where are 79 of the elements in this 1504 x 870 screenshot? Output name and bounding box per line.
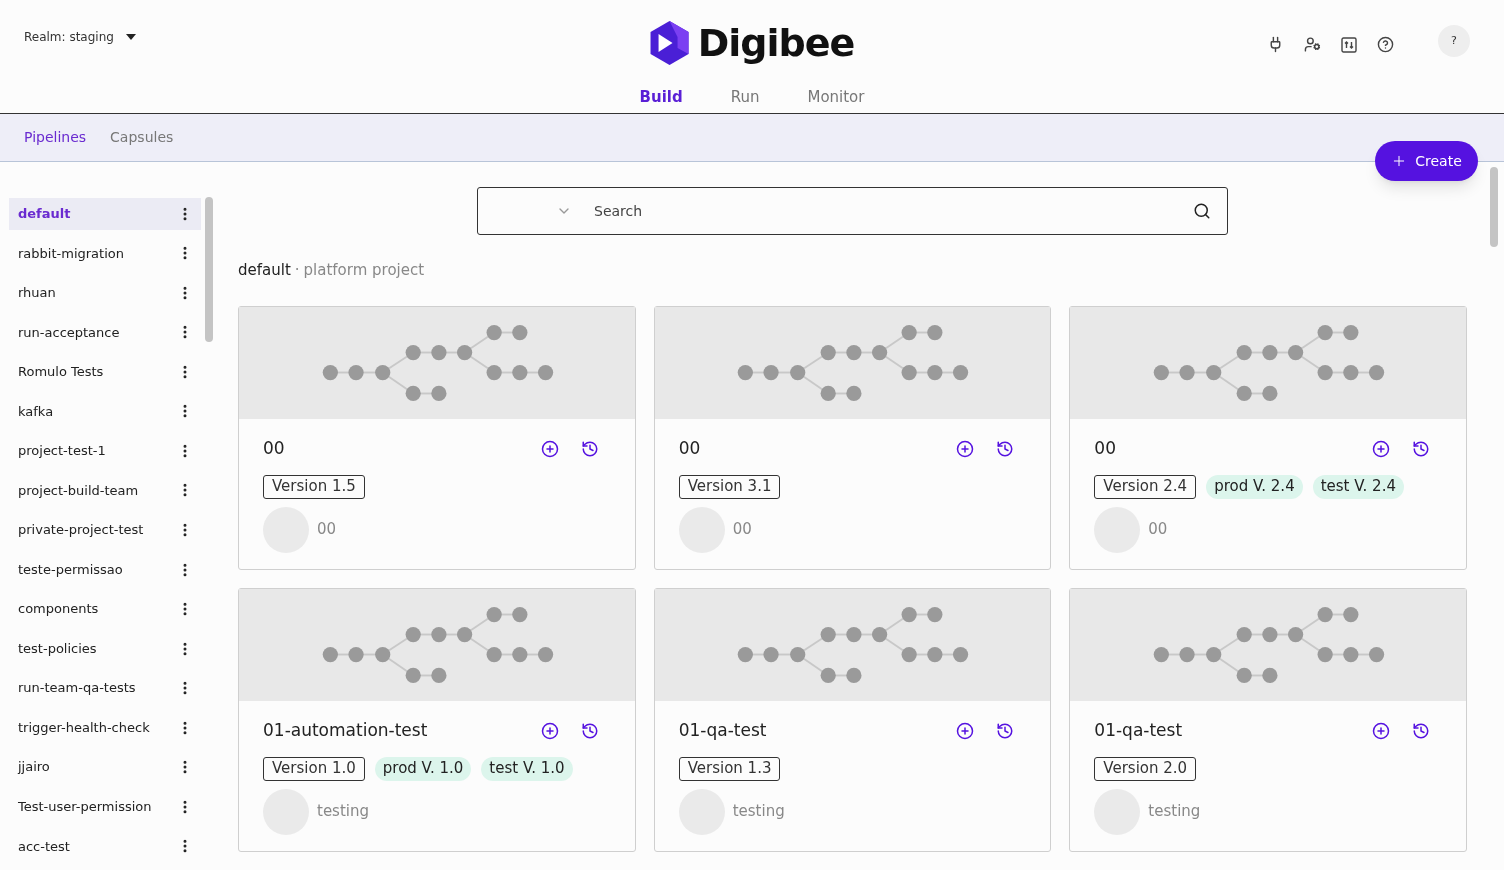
- nav-tab[interactable]: Monitor: [807, 86, 865, 109]
- owner-name: testing: [1148, 801, 1201, 823]
- sidebar-scrollbar[interactable]: [205, 197, 213, 342]
- deployment-tag: prod V. 1.0: [374, 756, 472, 781]
- project-item[interactable]: kafka: [9, 395, 201, 428]
- project-description: platform project: [303, 260, 425, 281]
- history-icon[interactable]: [580, 439, 599, 458]
- pipeline-title: 00: [1094, 436, 1117, 460]
- add-circle-icon[interactable]: [540, 439, 559, 458]
- project-item[interactable]: teste-permissao: [9, 553, 201, 586]
- version-tag: Version 2.0: [1094, 756, 1197, 781]
- create-button[interactable]: Create: [1375, 141, 1478, 181]
- owner-name: 00: [317, 519, 337, 541]
- project-item[interactable]: acc-test: [9, 830, 201, 863]
- add-circle-icon[interactable]: [956, 721, 975, 740]
- version-tag: Version 2.4: [1094, 474, 1197, 499]
- subnav-tab[interactable]: Pipelines: [24, 127, 87, 148]
- owner-name: 00: [1148, 519, 1168, 541]
- pipeline-card[interactable]: 00 Version 3.1 00: [653, 305, 1052, 570]
- add-circle-icon[interactable]: [956, 439, 975, 458]
- owner-name: testing: [317, 801, 369, 823]
- project-item[interactable]: private-project-test: [9, 514, 201, 546]
- logo-text: Digibee: [697, 24, 855, 62]
- pipeline-title: 01-qa-test: [1094, 718, 1184, 742]
- project-item[interactable]: Test-user-permission: [9, 790, 201, 823]
- history-icon[interactable]: [996, 721, 1015, 740]
- history-icon[interactable]: [580, 721, 599, 740]
- project-item[interactable]: Romulo Tests: [9, 356, 201, 388]
- version-tag: Version 3.1: [678, 474, 781, 499]
- add-circle-icon[interactable]: [1372, 439, 1390, 458]
- pipeline-title: 01-qa-test: [678, 718, 768, 742]
- subnav-tab[interactable]: Capsules: [110, 127, 174, 148]
- logo-icon: [649, 20, 690, 66]
- add-circle-icon[interactable]: [540, 721, 559, 740]
- pipeline-card[interactable]: 01-automation-test Version 1.0 prod V. 1.0 test V. 1.0 testing: [238, 587, 636, 852]
- nav-tab[interactable]: Build: [639, 86, 683, 109]
- history-icon[interactable]: [1412, 439, 1430, 458]
- deployment-tag: test V. 2.4: [1312, 474, 1404, 499]
- main-scrollbar[interactable]: [1490, 167, 1498, 247]
- project-item[interactable]: test-policies: [9, 632, 201, 665]
- owner-name: testing: [732, 801, 785, 823]
- search-field[interactable]: Search: [477, 187, 1228, 235]
- add-circle-icon[interactable]: [1372, 721, 1390, 740]
- project-item[interactable]: run-team-qa-tests: [9, 672, 201, 704]
- pipeline-title: 00: [678, 436, 702, 460]
- project-item[interactable]: jjairo: [9, 751, 201, 783]
- help-icon[interactable]: [1377, 36, 1394, 53]
- pipeline-card[interactable]: 00 Version 2.4 prod V. 2.4 test V. 2.4 00: [1069, 305, 1467, 570]
- separator-dot: ·: [294, 260, 300, 281]
- deployment-tag: test V. 1.0: [481, 756, 573, 781]
- user-cog-icon[interactable]: [1304, 36, 1321, 53]
- user-avatar[interactable]: ?: [1438, 25, 1470, 57]
- sort-arrows-icon[interactable]: [1341, 36, 1357, 53]
- pipeline-card[interactable]: 01-qa-test Version 2.0 testing: [1069, 587, 1467, 852]
- search-input[interactable]: Search: [594, 200, 1193, 222]
- history-icon[interactable]: [1412, 721, 1430, 740]
- owner-name: 00: [732, 519, 752, 541]
- realm-dropdown[interactable]: Realm: staging: [24, 28, 136, 46]
- version-tag: Version 1.5: [263, 474, 365, 499]
- project-item[interactable]: rhuan: [9, 277, 201, 309]
- project-name: default: [238, 260, 291, 281]
- deployment-tag: prod V. 2.4: [1206, 474, 1303, 499]
- pipeline-card[interactable]: 01-qa-test Version 1.3 testing: [653, 587, 1052, 852]
- nav-tab[interactable]: Run: [730, 86, 760, 109]
- version-tag: Version 1.3: [678, 756, 781, 781]
- project-item[interactable]: project-test-1: [9, 435, 201, 467]
- history-icon[interactable]: [996, 439, 1015, 458]
- pipeline-title: 00: [263, 436, 286, 460]
- project-item[interactable]: default: [9, 198, 201, 230]
- search-icon[interactable]: [1193, 202, 1211, 220]
- project-item[interactable]: rabbit-migration: [9, 237, 201, 270]
- project-item[interactable]: project-build-team: [9, 474, 201, 507]
- version-tag: Version 1.0: [263, 756, 365, 781]
- project-item[interactable]: run-acceptance: [9, 316, 201, 349]
- project-item[interactable]: trigger-health-check: [9, 711, 201, 744]
- pipeline-card[interactable]: 00 Version 1.5 00: [238, 305, 636, 570]
- caret-icon: [125, 34, 136, 40]
- pipeline-title: 01-automation-test: [263, 718, 429, 742]
- project-item[interactable]: components: [9, 593, 201, 625]
